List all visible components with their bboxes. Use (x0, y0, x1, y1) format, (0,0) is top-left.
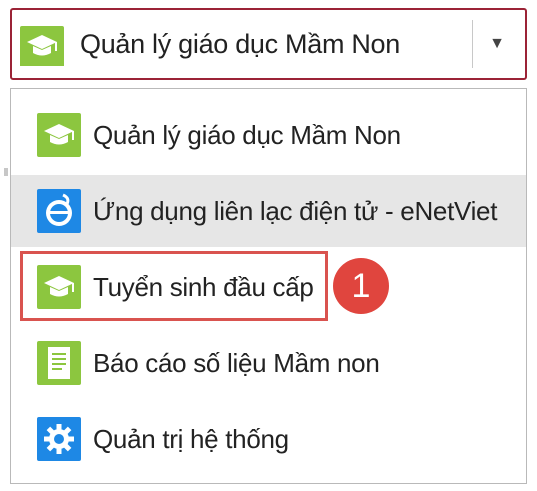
list-item-enetviet[interactable]: Ứng dụng liên lạc điện tử - eNetViet (11, 175, 526, 247)
list-item-label: Ứng dụng liên lạc điện tử - eNetViet (93, 196, 498, 226)
report-document-icon (37, 341, 81, 385)
graduation-cap-icon (20, 26, 64, 70)
list-item-label: Quản trị hệ thống (93, 424, 289, 454)
module-select[interactable]: Quản lý giáo dục Mầm Non ▼ (10, 8, 527, 80)
selected-module-label: Quản lý giáo dục Mầm Non (80, 29, 400, 59)
list-item-label: Quản lý giáo dục Mầm Non (93, 120, 401, 150)
list-item-bao-cao-so-lieu[interactable]: Báo cáo số liệu Mầm non (11, 327, 526, 399)
module-selector-screen: Quản lý giáo dục Mầm Non ▼ Quản lý giáo … (0, 0, 537, 491)
side-marker (4, 168, 8, 176)
settings-gear-icon (37, 417, 81, 461)
list-item-label: Báo cáo số liệu Mầm non (93, 348, 380, 378)
highlight-box (20, 251, 328, 321)
list-item-quan-tri-he-thong[interactable]: Quản trị hệ thống (11, 403, 526, 475)
chevron-down-icon[interactable]: ▼ (483, 10, 511, 78)
enetviet-logo-icon (37, 189, 81, 233)
select-divider (472, 20, 473, 68)
graduation-cap-icon (37, 113, 81, 157)
step-badge: 1 (333, 258, 389, 314)
list-item-quan-ly-giao-duc[interactable]: Quản lý giáo dục Mầm Non (11, 99, 526, 171)
